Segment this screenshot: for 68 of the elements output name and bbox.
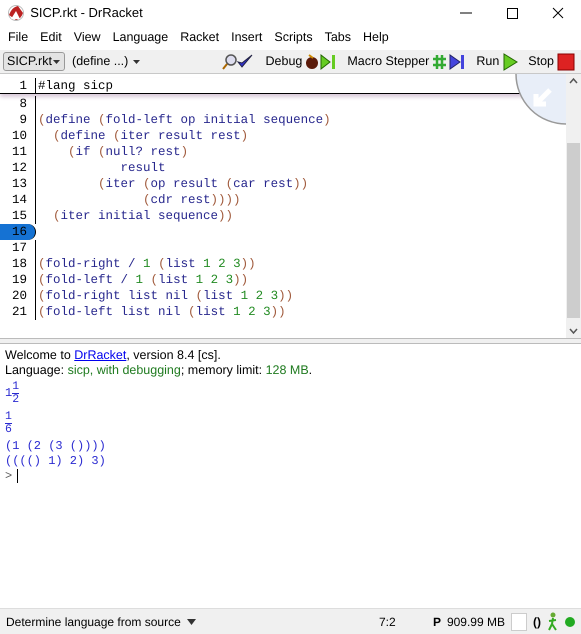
play-icon <box>502 52 518 70</box>
app-logo-icon <box>8 4 24 20</box>
stop-button[interactable]: Stop <box>525 52 578 71</box>
fraction-result: 1 6 <box>5 411 12 436</box>
status-dot-icon <box>565 616 575 626</box>
window-title: SICP.rkt - DrRacket <box>30 4 144 22</box>
menu-item[interactable]: File <box>2 28 34 47</box>
line-number: 16 <box>0 224 36 240</box>
memory-usage[interactable]: 909.99 MB <box>446 612 505 630</box>
code-line: (fold-left / 1 (list 1 2 3)) <box>38 272 248 288</box>
line-number: 21 <box>0 304 36 320</box>
caret-icon <box>52 58 61 66</box>
result-text: (((() 1) 2) 3) <box>5 454 106 468</box>
menu-item[interactable]: Help <box>356 28 395 47</box>
menu-item[interactable]: Racket <box>174 28 226 47</box>
code-line: (cdr rest)))) <box>142 192 241 208</box>
line-number: 10 <box>0 128 36 144</box>
mode-indicator: P <box>432 614 441 630</box>
drracket-link[interactable]: DrRacket <box>74 348 126 362</box>
line-number: 12 <box>0 160 36 176</box>
menu-item[interactable]: View <box>68 28 107 47</box>
line-number: 19 <box>0 272 36 288</box>
menu-item[interactable]: Tabs <box>318 28 357 47</box>
language-menu[interactable]: Determine language from source <box>6 612 181 630</box>
debug-button[interactable]: Debug <box>262 52 340 71</box>
macro-button[interactable]: Macro Stepper <box>344 52 470 71</box>
line-number: 11 <box>0 144 36 160</box>
run-button[interactable]: Run <box>473 52 522 71</box>
line-number: 17 <box>0 240 36 256</box>
prompt: > <box>5 470 12 484</box>
text-cursor <box>17 469 18 484</box>
line-number: 14 <box>0 192 36 208</box>
code-line: (fold-right / 1 (list 1 2 3)) <box>38 256 256 272</box>
line-number: 8 <box>0 96 36 112</box>
gc-indicator <box>511 612 527 630</box>
hash-play-icon <box>432 52 466 70</box>
cursor-position: 7:2 <box>379 614 396 630</box>
paren-indicator: () <box>533 614 541 630</box>
caret-icon[interactable] <box>132 58 142 66</box>
code-line: (if (null? rest) <box>67 144 188 160</box>
menu-item[interactable]: Language <box>106 28 174 47</box>
line-number: 18 <box>0 256 36 272</box>
bug-play-icon <box>305 52 338 70</box>
running-figure-icon <box>547 612 559 632</box>
caret-icon[interactable] <box>186 618 196 626</box>
welcome-text: Welcome to DrRacket, version 8.4 [cs]. <box>5 348 222 363</box>
corner-arrow-icon[interactable] <box>514 74 566 126</box>
line-number: 13 <box>0 176 36 192</box>
menu-item[interactable]: Edit <box>34 28 68 47</box>
code-line: (iter (op result (car rest)) <box>97 176 308 192</box>
code-line: (define (fold-left op initial sequence) <box>38 112 331 128</box>
menu-item[interactable]: Insert <box>225 28 268 47</box>
code-line: (fold-right list nil (list 1 2 3)) <box>38 288 294 304</box>
file-button[interactable]: SICP.rkt <box>3 52 65 71</box>
code-line: (iter initial sequence)) <box>52 208 234 224</box>
result-text: (1 (2 (3 ()))) <box>5 439 106 454</box>
define-menu[interactable]: (define ...) <box>72 52 128 71</box>
code-line: (fold-left list nil (list 1 2 3)) <box>38 304 286 320</box>
stop-icon <box>557 52 575 70</box>
language-text: Language: sicp, with debugging; memory limit: 128 MB. <box>5 363 314 378</box>
scroll-thumb[interactable] <box>567 143 580 318</box>
code-line: (define (iter result rest) <box>52 128 248 144</box>
code-line: #lang sicp <box>38 78 114 93</box>
code-line: result <box>120 160 166 176</box>
line-number: 9 <box>0 112 36 128</box>
menu-item[interactable]: Scripts <box>268 28 319 47</box>
line-number: 20 <box>0 288 36 304</box>
line-number: 1 <box>0 78 36 93</box>
